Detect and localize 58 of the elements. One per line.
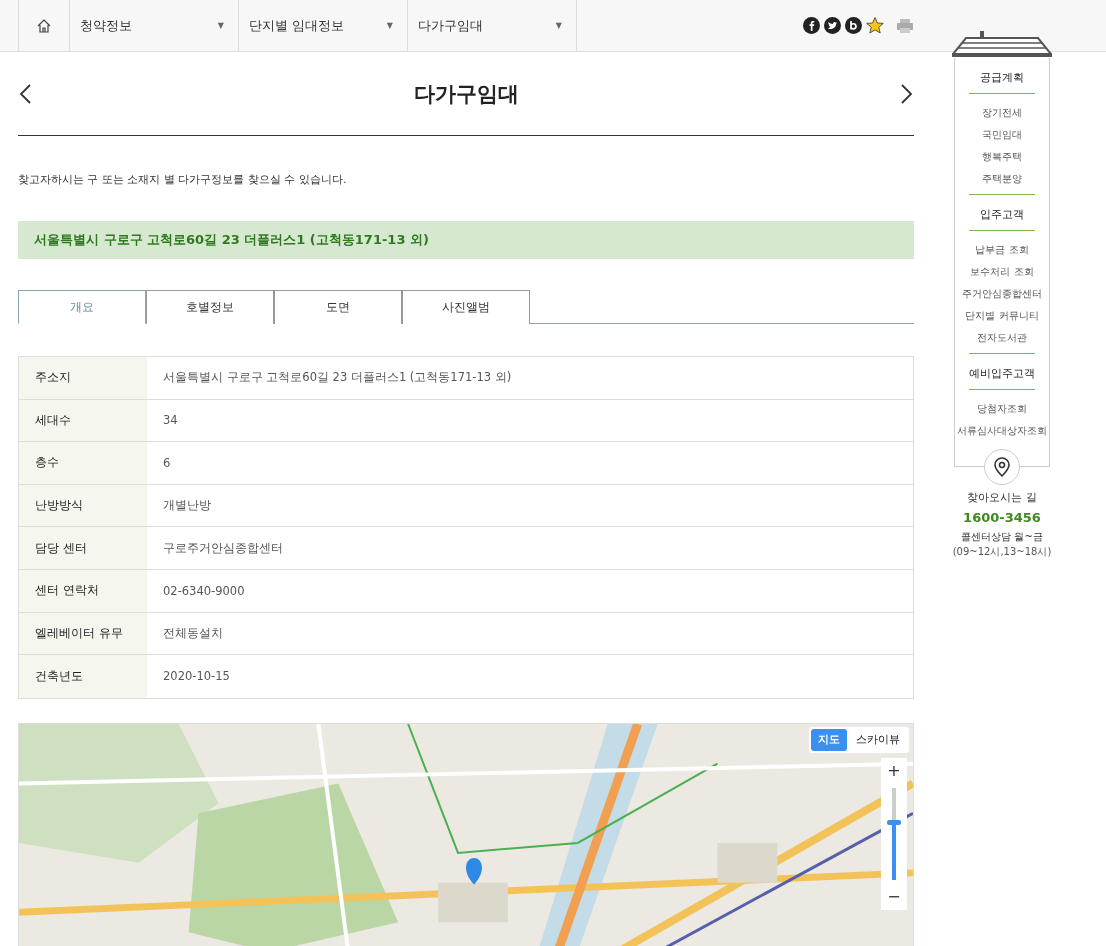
- location-pin-icon[interactable]: [984, 449, 1020, 485]
- star-icon[interactable]: [866, 17, 884, 34]
- row-value: 6: [162, 455, 172, 472]
- quick-menu-heading: 공급계획: [969, 58, 1035, 94]
- quick-menu-link[interactable]: 전자도서관: [977, 331, 1027, 345]
- row-label: 주소지: [19, 357, 147, 399]
- quick-menu-heading: 입주고객: [969, 195, 1035, 231]
- quick-menu-link[interactable]: 서류심사대상자조회: [957, 424, 1047, 438]
- next-arrow[interactable]: [900, 82, 914, 105]
- quick-menu-link[interactable]: 당첨자조회: [977, 402, 1027, 416]
- row-label: 난방방식: [19, 484, 147, 527]
- quick-menu-link[interactable]: 주거안심종합센터: [962, 287, 1042, 301]
- row-label: 층수: [19, 442, 147, 484]
- map[interactable]: 지도 스카이뷰 + −: [18, 722, 914, 946]
- row-value: 34: [162, 412, 179, 430]
- twitter-icon[interactable]: [824, 17, 841, 34]
- phone-number: 1600-3456: [963, 510, 1041, 525]
- row-value: 개별난방: [162, 497, 212, 515]
- row-label: 세대수: [19, 399, 147, 442]
- tab[interactable]: 사진앨범: [402, 290, 530, 324]
- tab[interactable]: 도면: [274, 290, 402, 324]
- row-label: 센터 연락처: [19, 569, 147, 612]
- home-button[interactable]: [18, 0, 70, 51]
- quick-menu-link[interactable]: 단지별 커뮤니티: [965, 309, 1039, 323]
- directions-link[interactable]: 찾아오시는 길: [967, 490, 1037, 505]
- hours-label: 콜센터상담 월~금: [961, 530, 1043, 544]
- facebook-icon[interactable]: [803, 17, 820, 34]
- row-value: 02-6340-9000: [162, 582, 246, 600]
- quick-menu-link[interactable]: 장기전세: [982, 106, 1022, 120]
- quick-menu-heading: 예비입주고객: [969, 354, 1035, 390]
- nav-dropdown[interactable]: 다가구임대 ▼: [408, 0, 577, 51]
- home-icon: [36, 17, 52, 34]
- row-label: 건축년도: [19, 655, 147, 698]
- row-label: 담당 센터: [19, 527, 147, 569]
- quick-menu-link[interactable]: 주택분양: [982, 172, 1022, 186]
- row-label: 엘레베이터 유무: [19, 612, 147, 655]
- nav-dropdown[interactable]: 단지별 임대정보 ▼: [239, 0, 408, 51]
- quick-menu-link[interactable]: 행복주택: [982, 150, 1022, 164]
- quick-menu-link[interactable]: 보수처리 조회: [970, 265, 1034, 279]
- caret-icon: ▼: [386, 21, 393, 30]
- page-title: 다가구임대: [413, 80, 519, 108]
- row-value: 2020-10-15: [162, 668, 231, 686]
- quick-menu-link[interactable]: 국민임대: [982, 128, 1022, 142]
- tab[interactable]: 호별정보: [146, 290, 274, 324]
- tab[interactable]: 개요: [18, 290, 146, 324]
- address-text: 서울특별시 구로구 고척로60길 23 더플러스1 (고척동171-13 외): [34, 231, 429, 249]
- row-value: 구로주거안심종합센터: [162, 539, 284, 557]
- row-value: 전체동설치: [162, 624, 224, 642]
- nav-dropdown[interactable]: 청약정보 ▼: [70, 0, 239, 51]
- quick-menu-link[interactable]: 납부금 조회: [975, 243, 1029, 257]
- blog-icon[interactable]: [845, 17, 862, 34]
- caret-icon: ▼: [217, 21, 224, 30]
- previous-arrow[interactable]: [18, 82, 32, 105]
- zoom-handle[interactable]: [887, 819, 901, 825]
- hours-text: (09~12시,13~18시): [952, 545, 1052, 559]
- caret-icon: ▼: [555, 21, 562, 30]
- page-description: 찾고자하시는 구 또는 소재지 별 다가구정보를 찾으실 수 있습니다.: [18, 172, 348, 187]
- row-value: 서울특별시 구로구 고척로60길 23 더플러스1 (고척동171-13 외): [162, 369, 513, 387]
